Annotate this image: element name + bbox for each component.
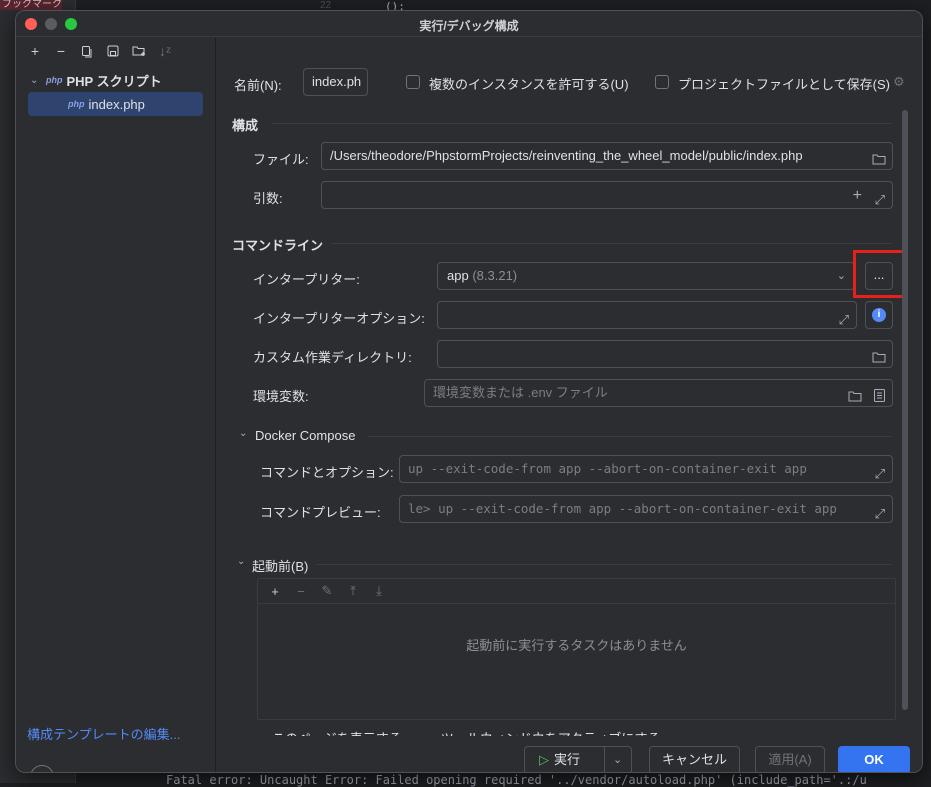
empty-tasks-text: 起動前に実行するタスクはありません: [466, 638, 687, 653]
config-form-panel: 名前(N): index.ph 複数のインスタンスを許可する(U) プロジェクト…: [217, 38, 922, 772]
args-input[interactable]: + ⤢: [321, 181, 893, 209]
expand-icon[interactable]: ⤢: [875, 187, 885, 208]
divider: [331, 243, 892, 244]
expand-icon[interactable]: ⤢: [871, 501, 885, 522]
highlight-box: [853, 250, 908, 298]
move-down-icon[interactable]: ⤓: [366, 583, 392, 599]
edit-icon[interactable]: ✎: [314, 583, 340, 599]
edit-templates-link[interactable]: 構成テンプレートの編集...: [27, 724, 180, 743]
console-output: Fatal error: Uncaught Error: Failed open…: [166, 773, 867, 787]
chevron-down-icon[interactable]: ⌄: [30, 75, 46, 86]
config-tree: ⌄ php PHP スクリプト php index.php: [16, 64, 215, 116]
store-as-project-checkbox[interactable]: [655, 75, 669, 89]
tree-item-index-php[interactable]: php index.php: [28, 92, 203, 116]
plus-icon[interactable]: +: [262, 584, 288, 599]
docker-cmd-value: up --exit-code-from app --abort-on-conta…: [408, 461, 807, 476]
interpreter-options-input[interactable]: ⤢: [437, 301, 857, 329]
plus-icon[interactable]: +: [22, 40, 48, 62]
ok-button[interactable]: OK: [838, 746, 910, 772]
divider: [317, 564, 892, 565]
name-label: 名前(N):: [234, 78, 282, 93]
interpreter-version: (8.3.21): [472, 268, 518, 283]
custom-dir-label: カスタム作業ディレクトリ:: [253, 350, 412, 365]
env-placeholder: 環境変数または .env ファイル: [433, 385, 608, 400]
docker-cmd-input[interactable]: up --exit-code-from app --abort-on-conta…: [399, 455, 893, 483]
env-label: 環境変数:: [253, 389, 309, 404]
php-icon: php: [68, 99, 85, 109]
tree-group-label: PHP スクリプト: [66, 73, 162, 89]
title-bar: 実行/デバッグ構成: [16, 11, 922, 37]
info-button[interactable]: i: [865, 301, 893, 329]
scrollbar[interactable]: [902, 110, 908, 710]
list-icon[interactable]: [874, 385, 885, 406]
divider: [367, 436, 892, 437]
run-label: 実行: [554, 752, 581, 767]
tree-group-php-script[interactable]: ⌄ php PHP スクリプト: [16, 68, 215, 92]
save-icon[interactable]: [100, 40, 126, 62]
chevron-down-icon[interactable]: ⌄: [613, 747, 622, 772]
php-icon: php: [46, 75, 63, 85]
args-label: 引数:: [253, 191, 283, 206]
bookmarks-tab[interactable]: ブックマーク: [0, 0, 62, 10]
run-button[interactable]: ▷ 実行 ⌄: [524, 746, 632, 772]
apply-button[interactable]: 適用(A): [755, 746, 825, 772]
before-launch-section-title[interactable]: 起動前(B): [252, 556, 308, 575]
interpreter-label: インタープリター:: [253, 272, 360, 287]
file-path-value: /Users/theodore/PhpstormProjects/reinven…: [330, 148, 803, 163]
folder-icon[interactable]: [872, 148, 886, 169]
info-icon: i: [872, 308, 886, 322]
config-section-title: 構成: [232, 118, 259, 133]
expand-icon[interactable]: ⤢: [875, 461, 885, 482]
folder-icon[interactable]: [872, 346, 886, 367]
divider: [604, 747, 605, 772]
cancel-button[interactable]: キャンセル: [649, 746, 740, 772]
interpreter-select[interactable]: app (8.3.21) ⌄: [437, 262, 855, 290]
interpreter-name: app: [447, 268, 469, 283]
folder-icon[interactable]: [848, 385, 862, 406]
run-icon: ▷: [539, 752, 549, 767]
help-button[interactable]: ?: [30, 765, 54, 772]
file-input[interactable]: /Users/theodore/PhpstormProjects/reinven…: [321, 142, 893, 170]
new-folder-icon[interactable]: [126, 40, 152, 62]
copy-icon[interactable]: [74, 40, 100, 62]
move-up-icon[interactable]: ⤒: [340, 583, 366, 599]
partial-options-row: このページを表示する ツールウィンドウをアクティブにする: [272, 728, 660, 736]
allow-multiple-checkbox[interactable]: [406, 75, 420, 89]
docker-section-title[interactable]: Docker Compose: [255, 428, 355, 443]
chevron-down-icon: ⌄: [836, 270, 846, 282]
name-input[interactable]: index.ph: [303, 68, 368, 96]
plus-icon[interactable]: +: [853, 183, 862, 208]
before-launch-toolbar: + − ✎ ⤒ ⤓: [258, 579, 895, 604]
store-as-project-label: プロジェクトファイルとして保存(S): [678, 77, 890, 92]
run-debug-config-dialog: 実行/デバッグ構成 + − ↓ᶻ ⌄ php PHP スクリプト php ind…: [15, 10, 923, 773]
dialog-title: 実行/デバッグ構成: [419, 19, 519, 33]
chevron-down-icon[interactable]: ⌄: [239, 428, 247, 439]
file-label: ファイル:: [253, 152, 309, 167]
dialog-footer: ▷ 実行 ⌄ キャンセル 適用(A) OK: [217, 744, 922, 772]
custom-dir-input[interactable]: [437, 340, 893, 368]
divider: [272, 123, 892, 124]
docker-cmd-label: コマンドとオプション:: [260, 465, 394, 480]
docker-preview-value: le> up --exit-code-from app --abort-on-c…: [408, 501, 837, 516]
env-input[interactable]: 環境変数または .env ファイル: [424, 379, 893, 407]
expand-icon[interactable]: ⤢: [839, 307, 849, 328]
config-tree-panel: + − ↓ᶻ ⌄ php PHP スクリプト php index.php 構成テ…: [16, 38, 216, 772]
chevron-down-icon[interactable]: ⌄: [237, 556, 245, 567]
interpreter-options-label: インタープリターオプション:: [253, 311, 425, 326]
minus-icon[interactable]: −: [288, 584, 314, 599]
docker-preview-label: コマンドプレビュー:: [260, 505, 381, 520]
gear-icon[interactable]: ⚙: [893, 74, 905, 90]
tree-item-label: index.php: [88, 96, 145, 112]
config-tree-toolbar: + − ↓ᶻ: [16, 38, 215, 64]
before-launch-tasks: + − ✎ ⤒ ⤓ 起動前に実行するタスクはありません: [257, 578, 896, 720]
minus-icon[interactable]: −: [48, 40, 74, 62]
sort-icon[interactable]: ↓ᶻ: [152, 40, 178, 62]
docker-preview-input[interactable]: le> up --exit-code-from app --abort-on-c…: [399, 495, 893, 523]
allow-multiple-label: 複数のインスタンスを許可する(U): [429, 77, 629, 92]
cmdline-section-title: コマンドライン: [232, 238, 324, 253]
